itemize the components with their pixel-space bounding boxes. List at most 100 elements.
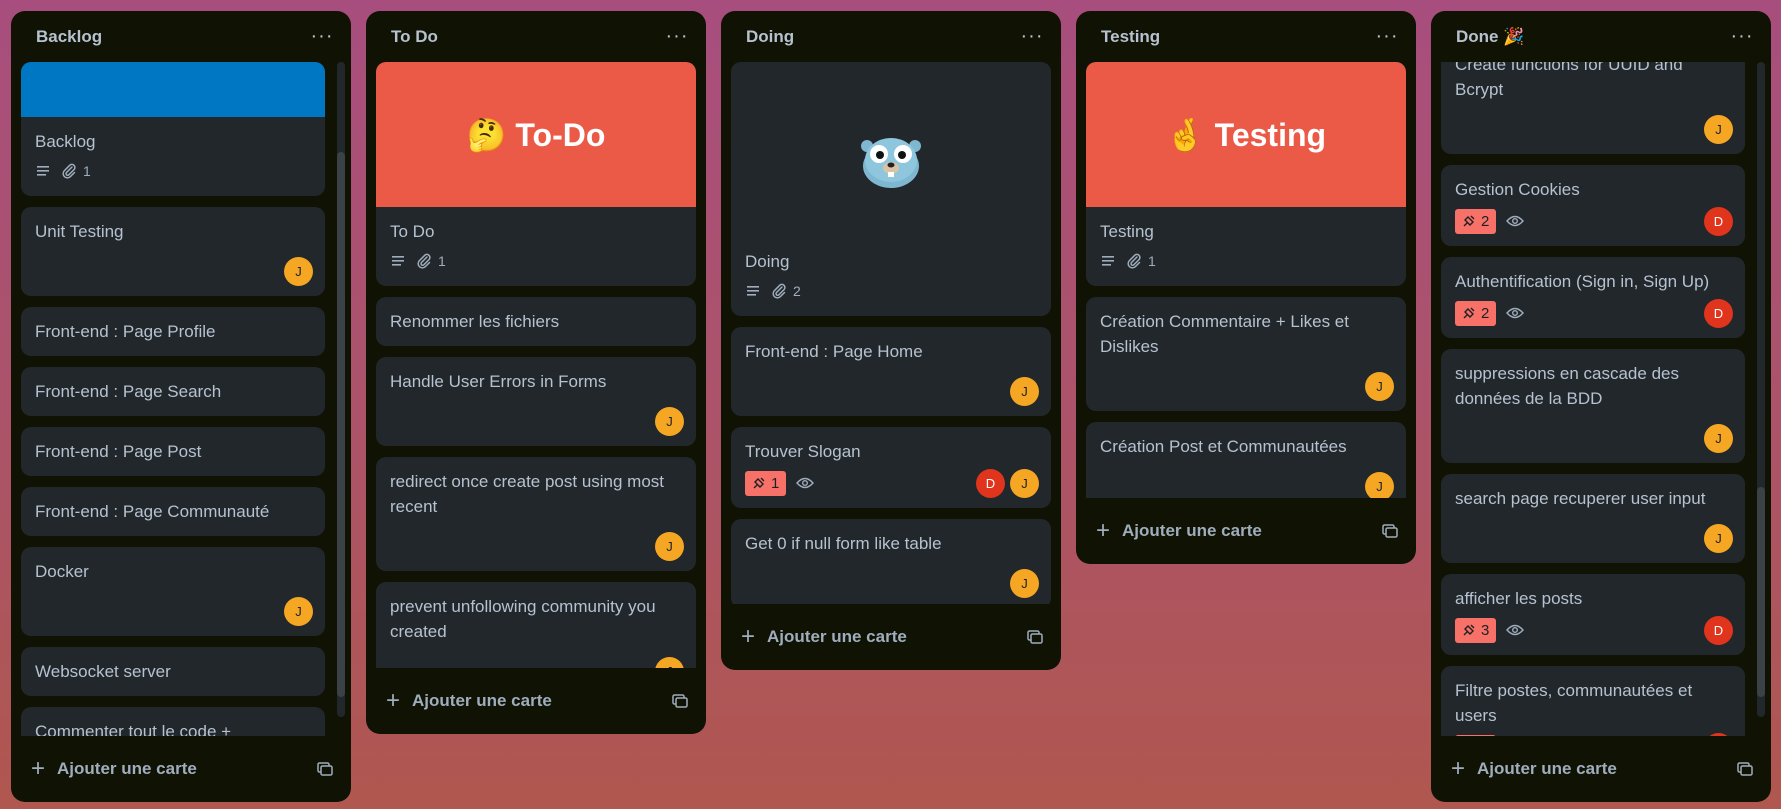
more-icon: ···	[1020, 25, 1044, 47]
list-todo: To Do ··· 🤔 To-Do To Do 1 Renommer les f…	[366, 11, 706, 734]
card-title: Trouver Slogan	[745, 442, 861, 461]
list-title[interactable]: Backlog	[36, 27, 102, 47]
list-menu-button[interactable]: ···	[1370, 20, 1404, 54]
card-list[interactable]: Backlog 1 Unit Testing J Front-end: Pag…	[11, 62, 351, 736]
card[interactable]: suppressions en cascade des données de l…	[1441, 349, 1745, 463]
list-menu-button[interactable]: ···	[1015, 20, 1049, 54]
card-list[interactable]: 🤞 Testing Testing 1 Création Commentaire…	[1076, 62, 1416, 498]
list-title[interactable]: Doing	[746, 27, 794, 47]
avatar[interactable]: J	[655, 531, 684, 561]
card-badges: J	[376, 406, 696, 446]
vote-icon	[1463, 215, 1475, 227]
card[interactable]: prevent unfollowing community you create…	[376, 582, 696, 668]
card[interactable]: Handle User Errors in Forms J	[376, 357, 696, 446]
card[interactable]: afficher les posts 3 D	[1441, 574, 1745, 655]
avatar[interactable]: J	[1010, 468, 1039, 498]
template-icon[interactable]	[1382, 524, 1398, 538]
card-title: Create functions for UUID and Bcrypt	[1455, 62, 1683, 99]
template-icon[interactable]	[1027, 630, 1043, 644]
scrollbar[interactable]	[337, 62, 345, 717]
vote-icon	[1463, 307, 1475, 319]
card[interactable]: Trouver Slogan 1 D J	[731, 427, 1051, 508]
add-card-button[interactable]: + Ajouter une carte	[741, 625, 907, 649]
vote-badge[interactable]: 2	[1455, 208, 1497, 234]
avatar[interactable]: J	[1010, 376, 1039, 406]
avatar[interactable]: J	[1010, 568, 1039, 598]
template-icon[interactable]	[672, 694, 688, 708]
avatar[interactable]: J	[1704, 523, 1733, 553]
card[interactable]: redirect once create post using most rec…	[376, 457, 696, 571]
add-card-button[interactable]: + Ajouter une carte	[1096, 519, 1262, 543]
template-icon[interactable]	[317, 762, 333, 776]
avatar[interactable]: J	[1704, 114, 1733, 144]
card-doing-cover[interactable]: Doing 2	[731, 62, 1051, 316]
list-menu-button[interactable]: ···	[305, 20, 339, 54]
avatar[interactable]: J	[655, 656, 684, 668]
avatar[interactable]: J	[1704, 423, 1733, 453]
card[interactable]: Filtre postes, communautées et users 2 D	[1441, 666, 1745, 736]
card[interactable]: Create functions for UUID and Bcrypt J	[1441, 62, 1745, 154]
cover-text: 🤞 Testing	[1165, 116, 1327, 153]
avatar[interactable]: D	[1704, 615, 1733, 645]
scroll-thumb[interactable]	[1757, 487, 1765, 697]
avatar[interactable]: J	[655, 406, 684, 436]
avatar[interactable]: D	[1704, 206, 1733, 236]
card[interactable]: Renommer les fichiers	[376, 297, 696, 346]
add-card-button[interactable]: + Ajouter une carte	[1451, 757, 1617, 781]
list-doing: Doing ··· Doing 2 Front-end: Page Home …	[721, 11, 1061, 670]
card[interactable]: Front-end : Page Communauté	[21, 487, 325, 536]
card-badges: J	[1441, 114, 1745, 154]
card[interactable]: Unit Testing J	[21, 207, 325, 296]
add-card-button[interactable]: + Ajouter une carte	[31, 757, 197, 781]
avatar[interactable]: D	[976, 468, 1005, 498]
card-testing-cover[interactable]: 🤞 Testing Testing 1	[1086, 62, 1406, 286]
card-list[interactable]: Doing 2 Front-end : Page Home J Trouver …	[721, 62, 1061, 604]
card-todo-cover[interactable]: 🤔 To-Do To Do 1	[376, 62, 696, 286]
avatar[interactable]: J	[1365, 371, 1394, 401]
card[interactable]: Front-end : Page Home J	[731, 327, 1051, 416]
card-backlog-cover[interactable]: Backlog 1	[21, 62, 325, 196]
attachment-badge: 1	[1126, 253, 1156, 269]
list-title[interactable]: To Do	[391, 27, 438, 47]
avatar[interactable]: J	[1365, 471, 1394, 498]
vote-badge[interactable]: 2	[1455, 300, 1497, 326]
description-icon	[35, 164, 51, 178]
card-title: Websocket server	[35, 662, 171, 681]
scroll-thumb[interactable]	[337, 152, 345, 697]
add-card-button[interactable]: + Ajouter une carte	[386, 689, 552, 713]
avatar[interactable]: J	[284, 596, 313, 626]
card[interactable]: Get 0 if null form like table J	[731, 519, 1051, 604]
card[interactable]: Création Commentaire + Likes et Dislikes…	[1086, 297, 1406, 411]
card[interactable]: Création Post et Communautées J	[1086, 422, 1406, 498]
vote-badge[interactable]: 1	[745, 470, 787, 496]
avatar[interactable]: D	[1704, 732, 1733, 736]
list-footer: + Ajouter une carte	[11, 736, 351, 802]
more-icon: ···	[1375, 25, 1399, 47]
list-title[interactable]: Testing	[1101, 27, 1160, 47]
card[interactable]: Front-end : Page Search	[21, 367, 325, 416]
description-icon	[1100, 254, 1116, 268]
card[interactable]: Docker J	[21, 547, 325, 636]
card[interactable]: Authentification (Sign in, Sign Up) 2 D	[1441, 257, 1745, 338]
card-list[interactable]: 🤔 To-Do To Do 1 Renommer les fichiers Ha…	[366, 62, 706, 668]
avatar[interactable]: J	[284, 256, 313, 286]
vote-badge[interactable]: 2	[1455, 734, 1497, 736]
card-badges: J	[21, 596, 325, 636]
list-menu-button[interactable]: ···	[1725, 20, 1759, 54]
avatar[interactable]: D	[1704, 298, 1733, 328]
card[interactable]: Front-end : Page Post	[21, 427, 325, 476]
card[interactable]: Websocket server	[21, 647, 325, 696]
card[interactable]: search page recuperer user input J	[1441, 474, 1745, 563]
vote-badge[interactable]: 3	[1455, 617, 1497, 643]
template-icon[interactable]	[1737, 762, 1753, 776]
list-title[interactable]: Done 🎉	[1456, 27, 1524, 47]
card[interactable]: Commenter tout le code + documentation	[21, 707, 325, 736]
card-list[interactable]: Create functions for UUID and Bcrypt J G…	[1431, 62, 1771, 736]
card[interactable]: Front-end : Page Profile	[21, 307, 325, 356]
list-menu-button[interactable]: ···	[660, 20, 694, 54]
attachment-count: 2	[793, 283, 801, 299]
card[interactable]: Gestion Cookies 2 D	[1441, 165, 1745, 246]
scrollbar[interactable]	[1757, 62, 1765, 717]
vote-count: 1	[771, 474, 780, 492]
attachment-icon	[772, 283, 786, 299]
